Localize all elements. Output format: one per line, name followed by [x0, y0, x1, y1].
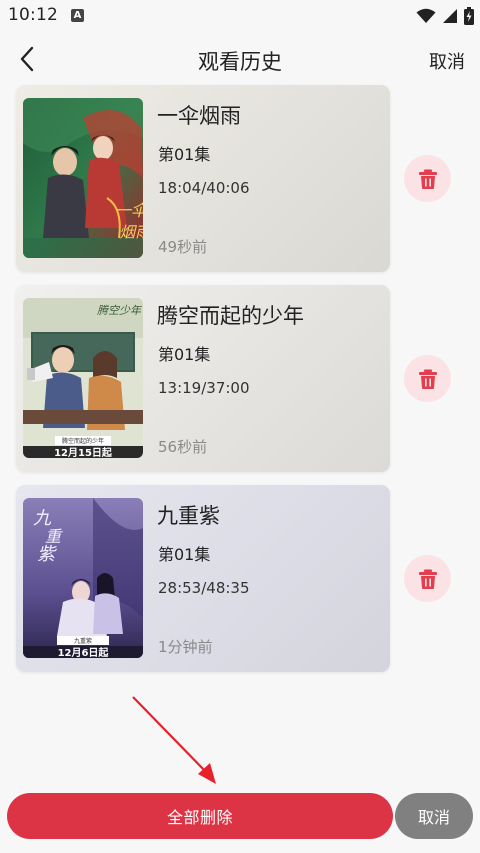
trash-icon	[418, 169, 437, 189]
watch-progress: 18:04/40:06	[158, 179, 250, 197]
bottom-cancel-button[interactable]: 取消	[395, 793, 473, 839]
show-title: 腾空而起的少年	[157, 304, 304, 328]
status-bar: 10:12 A	[0, 0, 480, 34]
delete-item-button[interactable]	[404, 355, 451, 402]
history-item: 腾空而起的少年 12月15日起 腾空少年 腾空而起的少年 第01集 13:19/…	[0, 285, 480, 472]
poster-image: 一伞 烟雨	[23, 98, 143, 258]
show-title: 一伞烟雨	[157, 104, 241, 128]
history-card[interactable]: 九 重 紫 九重紫 12月6日起 九重紫 第01集 28:53/48:35 1分…	[16, 485, 390, 672]
watch-progress: 13:19/37:00	[158, 379, 250, 397]
poster-image: 腾空而起的少年 12月15日起 腾空少年	[23, 298, 143, 458]
delete-item-button[interactable]	[404, 155, 451, 202]
history-item: 一伞 烟雨 一伞烟雨 第01集 18:04/40:06 49秒前	[0, 85, 480, 272]
poster-caption: 12月15日起	[54, 446, 113, 458]
notification-indicator-icon: A	[71, 9, 84, 22]
delete-item-button[interactable]	[404, 555, 451, 602]
status-icons	[416, 5, 474, 27]
svg-text:九重紫: 九重紫	[74, 637, 92, 645]
time-ago: 1分钟前	[158, 638, 213, 656]
history-card[interactable]: 腾空而起的少年 12月15日起 腾空少年 腾空而起的少年 第01集 13:19/…	[16, 285, 390, 472]
header-cancel-button[interactable]: 取消	[429, 48, 465, 74]
signal-icon	[443, 9, 457, 23]
svg-text:一伞: 一伞	[115, 201, 143, 220]
show-title: 九重紫	[157, 504, 220, 528]
svg-text:紫: 紫	[37, 544, 57, 565]
svg-text:腾空而起的少年: 腾空而起的少年	[62, 437, 104, 445]
wifi-icon	[416, 8, 436, 23]
episode-label: 第01集	[158, 345, 211, 364]
poster-image: 九 重 紫 九重紫 12月6日起	[23, 498, 143, 658]
trash-icon	[418, 369, 437, 389]
poster-caption: 12月6日起	[58, 646, 110, 658]
svg-text:腾空少年: 腾空少年	[97, 304, 142, 317]
time-ago: 56秒前	[158, 438, 208, 456]
history-item: 九 重 紫 九重紫 12月6日起 九重紫 第01集 28:53/48:35 1分…	[0, 485, 480, 672]
page-title: 观看历史	[198, 50, 282, 74]
history-card[interactable]: 一伞 烟雨 一伞烟雨 第01集 18:04/40:06 49秒前	[16, 85, 390, 272]
svg-text:九: 九	[33, 508, 52, 529]
status-time: 10:12	[8, 5, 58, 25]
episode-label: 第01集	[158, 145, 211, 164]
delete-all-button[interactable]: 全部删除	[7, 793, 393, 839]
time-ago: 49秒前	[158, 238, 208, 256]
battery-icon	[464, 7, 474, 25]
watch-progress: 28:53/48:35	[158, 579, 250, 597]
episode-label: 第01集	[158, 545, 211, 564]
trash-icon	[418, 569, 437, 589]
header: 观看历史 取消	[0, 34, 480, 84]
